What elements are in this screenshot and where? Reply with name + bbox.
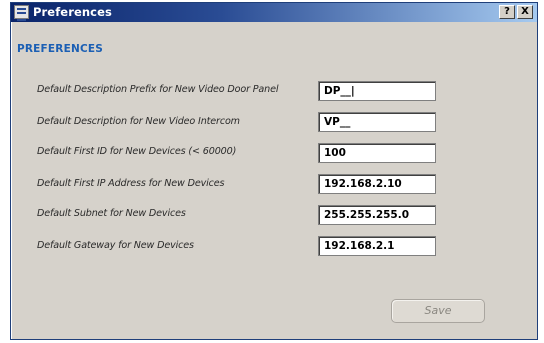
close-button[interactable]: X [517,5,533,19]
label-subnet: Default Subnet for New Devices [37,208,186,219]
subnet-input[interactable]: 255.255.255.0 [318,205,436,225]
label-description-prefix-door-panel: Default Description Prefix for New Video… [37,84,279,95]
title-bar[interactable]: Preferences ? X [11,3,537,22]
first-id-input[interactable]: 100 [318,143,436,163]
section-heading: PREFERENCES [17,43,103,55]
label-first-ip-address: Default First IP Address for New Devices [37,178,225,189]
window-icon [14,5,29,21]
description-prefix-door-panel-input[interactable]: DP__| [318,81,436,101]
help-button[interactable]: ? [499,5,515,19]
save-button[interactable]: Save [391,299,485,323]
label-gateway: Default Gateway for New Devices [37,240,194,251]
description-intercom-input[interactable]: VP__ [318,112,436,132]
preferences-window: Preferences ? X PREFERENCES Default Desc… [10,2,538,340]
first-ip-address-input[interactable]: 192.168.2.10 [318,174,436,194]
label-first-id: Default First ID for New Devices (< 6000… [37,146,237,157]
label-description-intercom: Default Description for New Video Interc… [37,116,240,127]
gateway-input[interactable]: 192.168.2.1 [318,236,436,256]
window-title: Preferences [33,5,112,19]
